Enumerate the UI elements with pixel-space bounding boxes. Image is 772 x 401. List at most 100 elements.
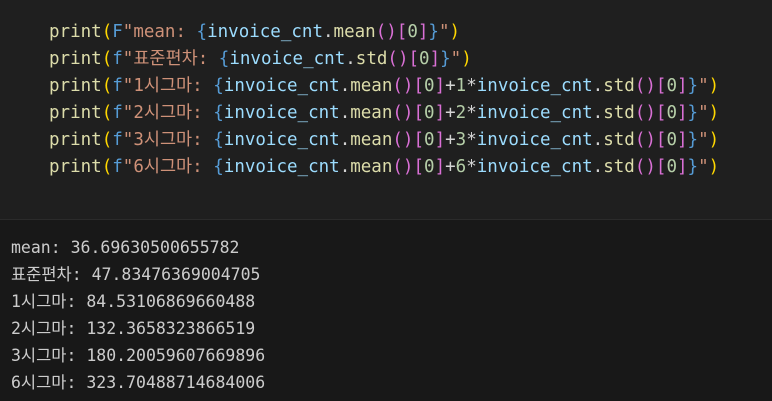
code-token: "1시그마:: [122, 76, 214, 96]
code-token: }: [440, 49, 451, 69]
code-token: 6: [455, 157, 467, 177]
code-token: .: [323, 22, 334, 42]
code-token: "표준편차:: [122, 49, 219, 69]
code-token: std: [603, 103, 635, 123]
code-token: (): [392, 76, 414, 96]
code-token: (: [101, 130, 113, 150]
code-token: 0: [419, 49, 430, 69]
code-token: {: [213, 130, 224, 150]
code-token: ): [708, 157, 720, 177]
code-token: print: [49, 76, 102, 96]
code-token: }: [687, 103, 699, 123]
code-token: [: [413, 76, 425, 96]
code-token: print: [49, 103, 102, 123]
code-token: ): [708, 76, 720, 96]
code-token: ": [698, 157, 709, 177]
code-token: ]: [417, 22, 429, 42]
code-token: invoice_cnt: [476, 130, 593, 150]
code-editor[interactable]: print(F"mean: {invoice_cnt.mean()[0]}") …: [0, 0, 772, 219]
code-token: 0: [424, 103, 435, 123]
code-token: (: [101, 22, 113, 42]
code-token: ": [698, 130, 709, 150]
code-token: ]: [434, 157, 446, 177]
code-token: (: [101, 49, 113, 69]
code-token: (): [634, 76, 656, 96]
code-token: (): [392, 157, 414, 177]
code-token: (: [101, 157, 113, 177]
code-token: (): [634, 157, 656, 177]
code-token: print: [49, 130, 102, 150]
code-token: ]: [676, 157, 688, 177]
code-token: print: [49, 157, 102, 177]
code-token: ]: [429, 49, 441, 69]
code-token: [: [413, 130, 425, 150]
code-token: print: [49, 22, 102, 42]
code-token: .: [592, 103, 604, 123]
code-line: print(f"1시그마: {invoice_cnt.mean()[0]+1*i…: [49, 73, 719, 100]
code-token: mean: [350, 103, 393, 123]
code-token: [: [413, 103, 425, 123]
code-token: ": [438, 22, 450, 42]
code-token: (): [392, 103, 414, 123]
code-token: ]: [434, 103, 446, 123]
code-token: std: [603, 76, 635, 96]
code-token: ]: [676, 103, 688, 123]
code-token: 0: [424, 76, 435, 96]
code-token: f: [112, 103, 123, 123]
code-token: (): [634, 130, 656, 150]
code-token: [: [655, 103, 667, 123]
code-line: print(f"표준편차: {invoice_cnt.std()[0]}"): [49, 46, 472, 73]
output-line: mean: 36.69630500655782: [11, 238, 240, 257]
code-token: f: [112, 130, 123, 150]
code-token: .: [592, 130, 604, 150]
code-line: print(f"3시그마: {invoice_cnt.mean()[0]+3*i…: [49, 127, 719, 154]
code-token: ): [708, 103, 720, 123]
code-token: .: [592, 157, 604, 177]
code-token: 0: [407, 22, 418, 42]
code-token: std: [355, 49, 388, 69]
code-token: +: [445, 157, 456, 177]
code-token: f: [112, 157, 123, 177]
code-token: .: [339, 103, 351, 123]
code-token: invoice_cnt: [476, 76, 593, 96]
code-token: (: [101, 103, 113, 123]
code-token: ): [449, 22, 461, 42]
code-token: }: [687, 130, 699, 150]
code-token: +: [445, 103, 456, 123]
code-line: print(F"mean: {invoice_cnt.mean()[0]}"): [49, 19, 460, 46]
code-token: mean: [350, 76, 393, 96]
code-token: *: [466, 103, 477, 123]
code-token: 2: [455, 103, 467, 123]
code-token: 0: [666, 157, 677, 177]
code-token: invoice_cnt: [207, 22, 323, 42]
code-token: f: [112, 49, 123, 69]
code-token: .: [339, 130, 351, 150]
code-token: *: [466, 130, 477, 150]
code-token: ]: [434, 76, 446, 96]
code-token: ]: [676, 130, 688, 150]
cell-output: mean: 36.69630500655782 표준편차: 47.8347636…: [0, 219, 772, 401]
code-token: [: [655, 130, 667, 150]
code-token: [: [408, 49, 420, 69]
code-token: [: [396, 22, 408, 42]
code-token: ]: [434, 130, 446, 150]
code-token: mean: [350, 130, 393, 150]
notebook-cell: print(F"mean: {invoice_cnt.mean()[0]}") …: [0, 0, 772, 401]
code-token: "2시그마:: [122, 103, 214, 123]
output-line: 표준편차: 47.83476369004705: [11, 265, 261, 284]
code-token: invoice_cnt: [476, 103, 593, 123]
code-token: .: [592, 76, 604, 96]
output-line: 1시그마: 84.53106869660488: [11, 292, 256, 311]
code-token: (): [392, 130, 414, 150]
code-token: std: [603, 157, 635, 177]
code-token: {: [213, 103, 224, 123]
output-line: 2시그마: 132.3658323866519: [11, 319, 256, 338]
code-token: {: [196, 22, 208, 42]
code-token: ": [450, 49, 462, 69]
code-token: 0: [424, 130, 435, 150]
code-token: (): [375, 22, 397, 42]
code-token: ): [461, 49, 472, 69]
code-token: ": [698, 76, 709, 96]
code-token: 0: [424, 157, 435, 177]
code-line: print(f"2시그마: {invoice_cnt.mean()[0]+2*i…: [49, 100, 719, 127]
